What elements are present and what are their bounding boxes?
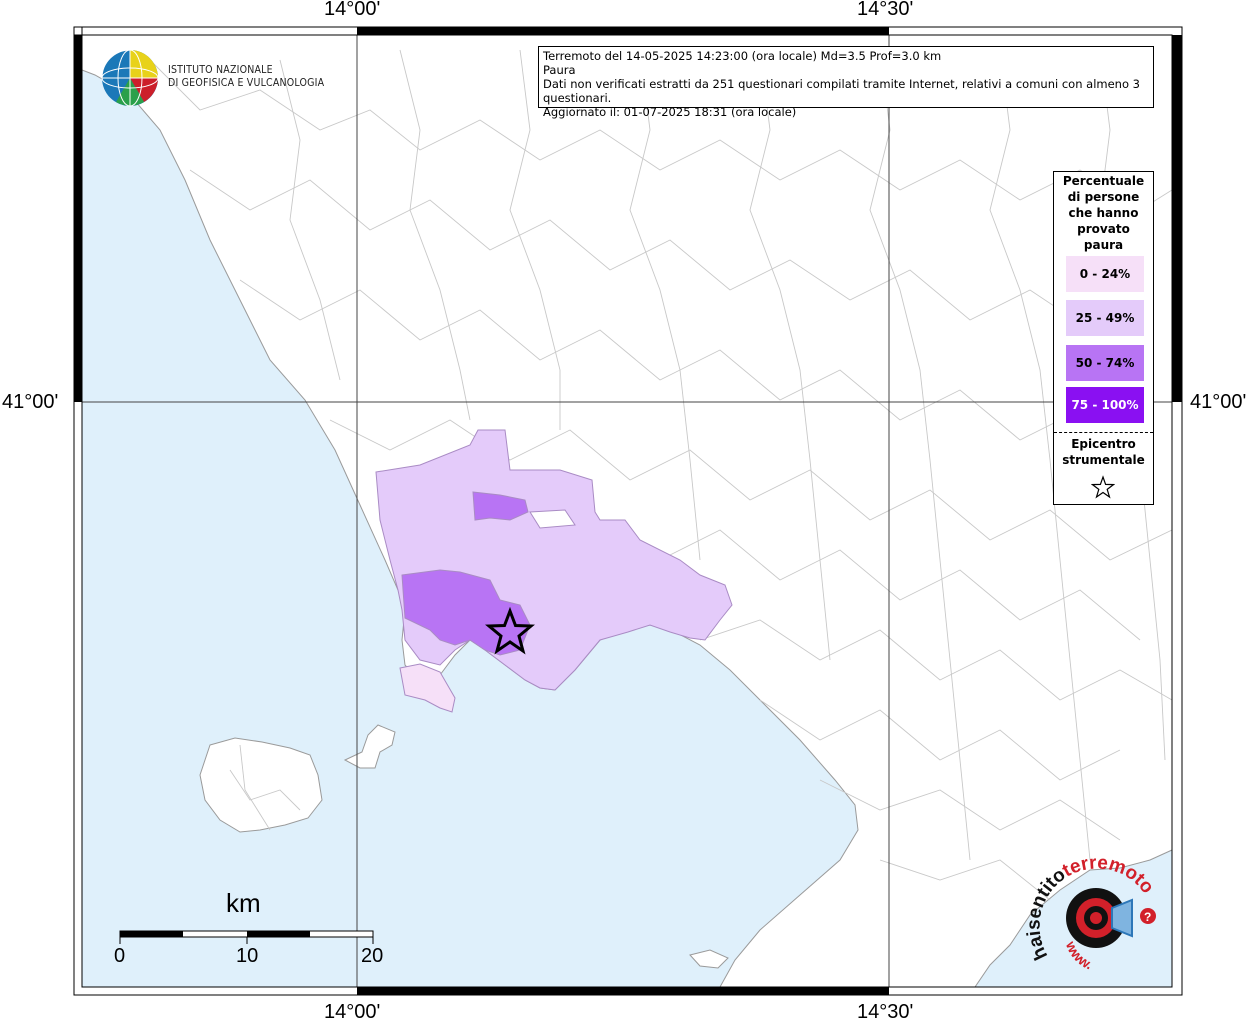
legend-class-25-49: 25 - 49% xyxy=(1066,300,1144,336)
legend-class-0-24: 0 - 24% xyxy=(1066,256,1144,292)
data-note: Dati non verificati estratti da 251 ques… xyxy=(543,77,1140,105)
event-title: Terremoto del 14-05-2025 14:23:00 (ora l… xyxy=(543,49,942,63)
scale-tick-0: 0 xyxy=(114,945,126,967)
legend: Percentuale di persone che hanno provato… xyxy=(1053,171,1154,505)
scale-unit: km xyxy=(226,888,261,918)
legend-class-75-100: 75 - 100% xyxy=(1066,387,1144,423)
epicenter-legend-star-icon xyxy=(1091,475,1115,499)
legend-title-line: che hanno xyxy=(1068,206,1139,220)
epicenter-label: Epicentro strumentale xyxy=(1054,436,1153,468)
epicenter-label-line: strumentale xyxy=(1062,453,1145,467)
lon-label-top-left: 14°00' xyxy=(324,0,381,20)
lon-label-bottom-right: 14°30' xyxy=(857,1001,914,1023)
legend-title-line: paura xyxy=(1083,238,1124,252)
update-time: Aggiornato il: 01-07-2025 18:31 (ora loc… xyxy=(543,105,797,119)
logo-line-2: DI GEOFISICA E VULCANOLOGIA xyxy=(168,77,325,89)
map-parameter: Paura xyxy=(543,63,576,77)
ingv-logo-text: ISTITUTO NAZIONALE DI GEOFISICA E VULCAN… xyxy=(168,64,324,90)
epicenter-label-line: Epicentro xyxy=(1071,437,1136,451)
lat-label-right: 41°00' xyxy=(1190,391,1247,413)
lat-label-left: 41°00' xyxy=(2,391,59,413)
lon-label-bottom-left: 14°00' xyxy=(324,1001,381,1023)
legend-title-line: Percentuale xyxy=(1062,174,1145,188)
legend-title-line: provato xyxy=(1077,222,1130,236)
ingv-globe-logo xyxy=(101,49,159,107)
legend-title: Percentuale di persone che hanno provato… xyxy=(1054,172,1153,253)
haisentito-logo: haisentitoterremoto.it ? www. xyxy=(1026,856,1158,972)
scale-tick-10: 10 xyxy=(236,945,259,967)
question-icon: ? xyxy=(1144,910,1151,924)
legend-divider xyxy=(1054,432,1153,433)
legend-title-line: di persone xyxy=(1067,190,1140,204)
legend-class-50-74: 50 - 74% xyxy=(1066,345,1144,381)
lon-label-top-right: 14°30' xyxy=(857,0,914,20)
event-info-box: Terremoto del 14-05-2025 14:23:00 (ora l… xyxy=(538,46,1154,119)
logo-line-1: ISTITUTO NAZIONALE xyxy=(168,64,273,76)
scale-tick-20: 20 xyxy=(361,945,384,967)
